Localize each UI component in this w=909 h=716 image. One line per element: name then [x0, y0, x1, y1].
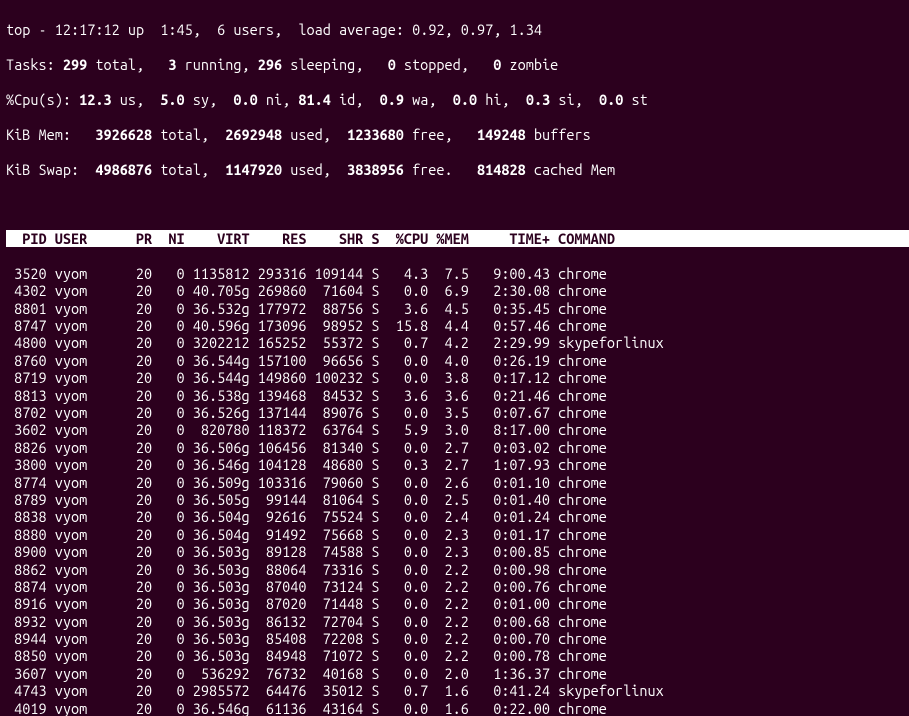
process-row: 8826 vyom 20 0 36.506g 106456 81340 S 0.… [6, 439, 903, 456]
process-row: 8801 vyom 20 0 36.532g 177972 88756 S 3.… [6, 300, 903, 317]
process-row: 8850 vyom 20 0 36.503g 84948 71072 S 0.0… [6, 647, 903, 664]
columns-header: PID USER PR NI VIRT RES SHR S %CPU %MEM … [6, 230, 909, 247]
process-row: 4743 vyom 20 0 2985572 64476 35012 S 0.7… [6, 682, 903, 699]
process-row: 4019 vyom 20 0 36.546g 61136 43164 S 0.0… [6, 700, 903, 716]
process-row: 8862 vyom 20 0 36.503g 88064 73316 S 0.0… [6, 561, 903, 578]
process-row: 3602 vyom 20 0 820780 118372 63764 S 5.9… [6, 421, 903, 438]
process-row: 8874 vyom 20 0 36.503g 87040 73124 S 0.0… [6, 578, 903, 595]
top-summary-line-3: %Cpu(s): 12.3 us, 5.0 sy, 0.0 ni, 81.4 i… [6, 91, 903, 108]
top-summary-line-2: Tasks: 299 total, 3 running, 296 sleepin… [6, 56, 903, 73]
process-row: 3607 vyom 20 0 536292 76732 40168 S 0.0 … [6, 665, 903, 682]
process-row: 3520 vyom 20 0 1135812 293316 109144 S 4… [6, 265, 903, 282]
terminal-output[interactable]: top - 12:17:12 up 1:45, 6 users, load av… [0, 0, 909, 716]
top-summary-line-5: KiB Swap: 4986876 total, 1147920 used, 3… [6, 161, 903, 178]
process-row: 8880 vyom 20 0 36.504g 91492 75668 S 0.0… [6, 526, 903, 543]
process-row: 4302 vyom 20 0 40.705g 269860 71604 S 0.… [6, 282, 903, 299]
top-summary-line-4: KiB Mem: 3926628 total, 2692948 used, 12… [6, 126, 903, 143]
process-row: 8719 vyom 20 0 36.544g 149860 100232 S 0… [6, 369, 903, 386]
process-list: 3520 vyom 20 0 1135812 293316 109144 S 4… [6, 265, 903, 716]
process-row: 8813 vyom 20 0 36.538g 139468 84532 S 3.… [6, 387, 903, 404]
columns-header-wrapper: PID USER PR NI VIRT RES SHR S %CPU %MEM … [6, 230, 903, 247]
process-row: 8932 vyom 20 0 36.503g 86132 72704 S 0.0… [6, 613, 903, 630]
process-row: 3800 vyom 20 0 36.546g 104128 48680 S 0.… [6, 456, 903, 473]
process-row: 8760 vyom 20 0 36.544g 157100 96656 S 0.… [6, 352, 903, 369]
process-row: 8838 vyom 20 0 36.504g 92616 75524 S 0.0… [6, 508, 903, 525]
blank-line [6, 195, 903, 212]
process-row: 8747 vyom 20 0 40.596g 173096 98952 S 15… [6, 317, 903, 334]
process-row: 8789 vyom 20 0 36.505g 99144 81064 S 0.0… [6, 491, 903, 508]
top-summary-line-1: top - 12:17:12 up 1:45, 6 users, load av… [6, 21, 903, 38]
process-row: 8944 vyom 20 0 36.503g 85408 72208 S 0.0… [6, 630, 903, 647]
process-row: 8900 vyom 20 0 36.503g 89128 74588 S 0.0… [6, 543, 903, 560]
process-row: 8774 vyom 20 0 36.509g 103316 79060 S 0.… [6, 474, 903, 491]
process-row: 8702 vyom 20 0 36.526g 137144 89076 S 0.… [6, 404, 903, 421]
process-row: 8916 vyom 20 0 36.503g 87020 71448 S 0.0… [6, 595, 903, 612]
process-row: 4800 vyom 20 0 3202212 165252 55372 S 0.… [6, 334, 903, 351]
